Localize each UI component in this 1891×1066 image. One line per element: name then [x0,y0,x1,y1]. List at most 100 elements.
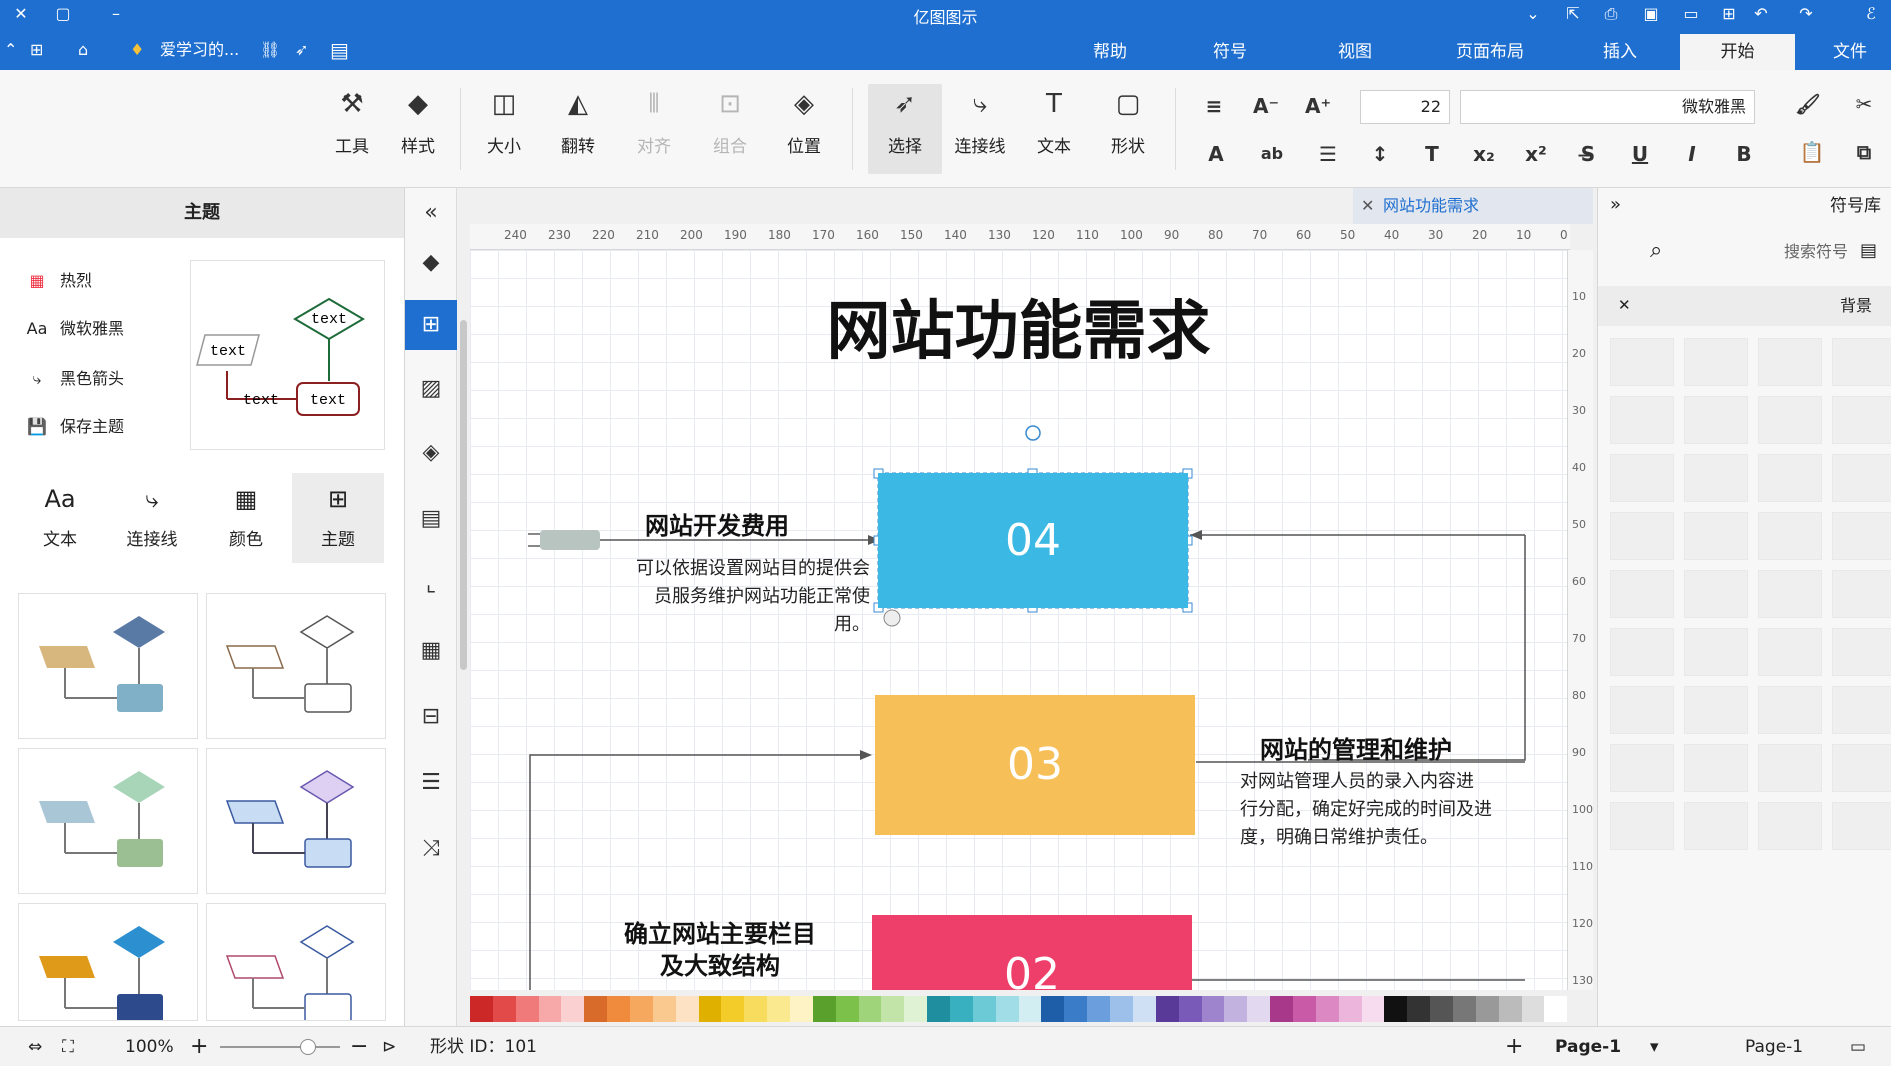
background-thumbnail[interactable] [1758,512,1822,560]
background-thumbnail[interactable] [1832,512,1891,560]
color-swatch[interactable] [1155,996,1179,1022]
fit-width-icon[interactable]: ⇔ [28,1027,42,1066]
background-thumbnail[interactable] [1610,802,1674,850]
color-swatch[interactable] [1270,996,1293,1022]
chart-icon[interactable]: ⌞ [405,560,457,610]
color-swatch[interactable] [1064,996,1088,1022]
font-name-select[interactable]: 微软雅黑 [1460,90,1755,124]
background-thumbnail[interactable] [1610,396,1674,444]
tab-file[interactable]: 文件 [1815,34,1885,70]
background-thumbnail[interactable] [1832,570,1891,618]
background-thumbnail[interactable] [1832,396,1891,444]
expand-panel-icon[interactable]: » [1610,194,1621,215]
background-thumbnail[interactable] [1610,628,1674,676]
background-thumbnail[interactable] [1684,454,1748,502]
color-swatch[interactable] [1224,996,1248,1022]
text-direction-icon[interactable]: T [1416,138,1448,170]
color-swatch[interactable] [1247,996,1271,1022]
table-icon[interactable]: ▦ [405,626,457,676]
chevron-down-icon[interactable]: ▾ [1650,1027,1659,1066]
color-swatch[interactable] [1178,996,1202,1022]
color-swatch[interactable] [1338,996,1362,1022]
customize-icon[interactable]: ⌄ [1522,3,1544,25]
color-swatch[interactable] [561,996,585,1022]
cut-icon[interactable]: ✂ [1848,88,1880,120]
bold-icon[interactable]: B [1728,138,1760,170]
shuffle-icon[interactable]: ⤨ [405,824,457,874]
color-swatch[interactable] [1087,996,1111,1022]
connector-button[interactable]: ⤷ 连接线 [950,84,1010,174]
add-page-button[interactable]: + [1505,1027,1523,1066]
color-swatch[interactable] [1407,996,1431,1022]
close-section-icon[interactable]: ✕ [1618,296,1631,314]
background-thumbnail[interactable] [1684,396,1748,444]
theme-tile[interactable] [206,748,386,894]
layers-icon[interactable]: ◈ [405,428,457,478]
color-swatch[interactable] [652,996,676,1022]
select-button[interactable]: ➶ 选择 [868,84,942,174]
step-03-description[interactable]: 对网站管理人员的录入内容进 行分配，确定好完成的时间及进 度，明确日常维护责任。 [1240,768,1540,852]
search-icon[interactable]: ⌕ [1650,238,1662,263]
theme-tile[interactable] [18,903,198,1022]
color-swatch[interactable] [767,996,791,1022]
font-shrink-icon[interactable]: A⁻ [1250,90,1282,122]
page-tab[interactable]: Page-1 [1555,1027,1621,1066]
redo-icon[interactable]: ↷ [1795,3,1817,25]
color-swatch[interactable] [1498,996,1522,1022]
background-thumbnail[interactable] [1758,454,1822,502]
org-icon[interactable]: ⊟ [405,692,457,742]
color-swatch[interactable] [1430,996,1453,1022]
color-swatch[interactable] [492,996,516,1022]
theme-tile[interactable] [206,903,386,1023]
color-swatch[interactable] [1544,996,1568,1022]
background-thumbnail[interactable] [1684,744,1748,792]
document-name[interactable]: 爱学习的... [160,38,239,62]
color-swatch[interactable] [1452,996,1476,1022]
new-icon[interactable]: ⊞ [1718,3,1740,25]
background-thumbnail[interactable] [1684,570,1748,618]
underline-icon[interactable]: U [1624,138,1656,170]
align-text-icon[interactable]: ≡ [1198,90,1230,122]
background-thumbnail[interactable] [1684,802,1748,850]
minimize-icon[interactable]: – [105,3,127,25]
background-thumbnail[interactable] [1758,628,1822,676]
font-grow-icon[interactable]: A⁺ [1302,90,1334,122]
page-selector[interactable]: Page-1 [1745,1027,1803,1066]
background-thumbnail[interactable] [1610,744,1674,792]
paste-icon[interactable]: 📋 [1796,136,1828,168]
theme-icon[interactable]: ⊞ [405,300,457,350]
step-04-title[interactable]: 网站开发费用 [645,506,789,541]
background-thumbnail[interactable] [1610,454,1674,502]
superscript-icon[interactable]: x² [1520,138,1552,170]
color-swatch[interactable] [790,996,813,1022]
form-icon[interactable]: ▤ [330,38,349,62]
background-thumbnail[interactable] [1832,628,1891,676]
tab-insert[interactable]: 插入 [1580,34,1660,70]
drawing-canvas[interactable]: 网站功能需求 04 网站开发费用 可以依据设置网站目的提供会 员服务维护网站功能… [470,250,1567,990]
vertical-scrollbar[interactable] [457,320,470,670]
outline-icon[interactable]: ☰ [405,758,457,808]
theme-tile[interactable] [18,593,198,739]
text-highlight-icon[interactable]: ab [1256,138,1288,170]
background-thumbnail[interactable] [1832,454,1891,502]
copy-icon[interactable]: ⧉ [1848,136,1880,168]
flip-button[interactable]: ◭ 翻转 [548,84,608,174]
play-icon[interactable]: ⊳ [382,1027,396,1066]
document-tab[interactable]: 网站功能需求 ✕ [1353,188,1593,224]
zoom-out-icon[interactable]: − [350,1027,368,1066]
color-swatch[interactable] [515,996,539,1022]
background-section[interactable]: 背景 [1598,286,1891,326]
apparel-icon[interactable]: ⌂ [78,38,88,62]
zoom-in-icon[interactable]: + [190,1027,208,1066]
image-icon[interactable]: ▨ [405,364,457,414]
subscript-icon[interactable]: x₂ [1468,138,1500,170]
color-swatch[interactable] [1018,996,1042,1022]
position-button[interactable]: ◈ 位置 [774,84,834,174]
color-swatch[interactable] [1315,996,1339,1022]
background-thumbnail[interactable] [1832,744,1891,792]
tab-help[interactable]: 帮助 [1065,34,1155,70]
fit-page-icon[interactable]: ⛶ [62,1027,74,1066]
category-color[interactable]: ▦ 颜色 [200,473,292,563]
print-icon[interactable]: ⎙ [1600,3,1622,25]
zoom-slider-handle[interactable] [300,1039,316,1055]
